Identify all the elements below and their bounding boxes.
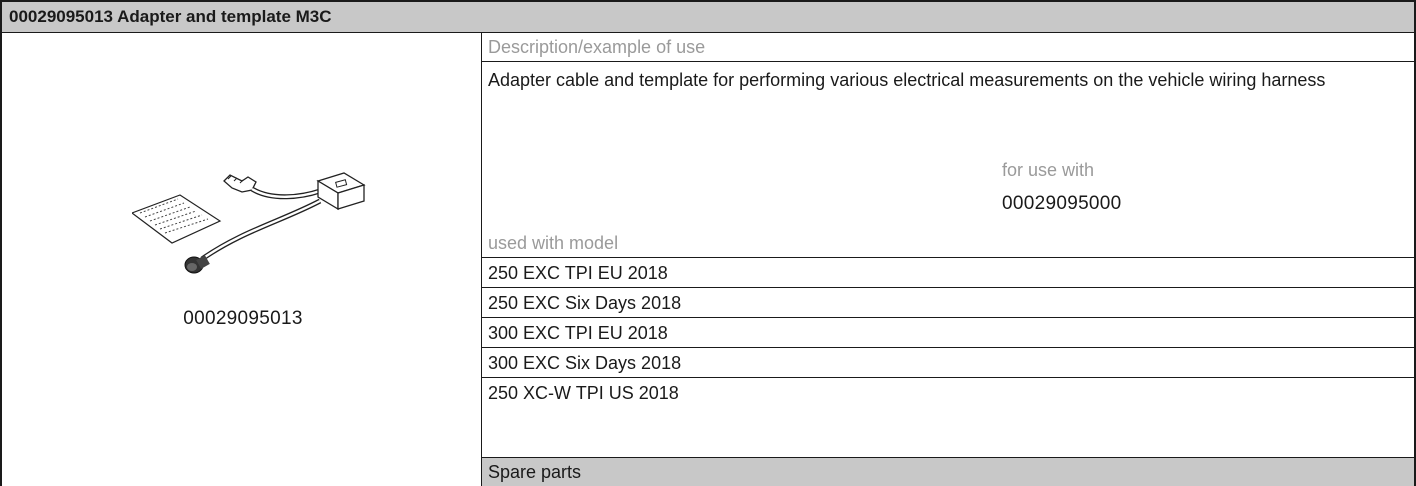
model-item: 300 EXC TPI EU 2018 [482,318,1414,348]
tool-title: 00029095013 Adapter and template M3C [0,0,1416,33]
models-label: used with model [482,228,1414,258]
spare-parts-label: Spare parts [482,457,1414,486]
tool-image-cell: 00029095013 [0,33,482,486]
tool-sheet: 00029095013 Adapter and template M3C 000… [0,0,1416,486]
description-label: Description/example of use [482,33,1414,62]
model-item: 300 EXC Six Days 2018 [482,348,1414,378]
for-use-label: for use with [1002,160,1095,180]
description-text: Adapter cable and template for performin… [488,70,1326,90]
tool-part-number: 00029095013 [183,308,303,329]
model-item: 250 EXC TPI EU 2018 [482,258,1414,288]
for-use-value: 00029095000 [1002,193,1122,214]
model-item: 250 EXC Six Days 2018 [482,288,1414,318]
tool-details-cell: Description/example of use Adapter cable… [482,33,1416,486]
model-item: 250 XC-W TPI US 2018 [488,383,679,403]
adapter-cable-and-template-illustration-icon [132,172,366,274]
